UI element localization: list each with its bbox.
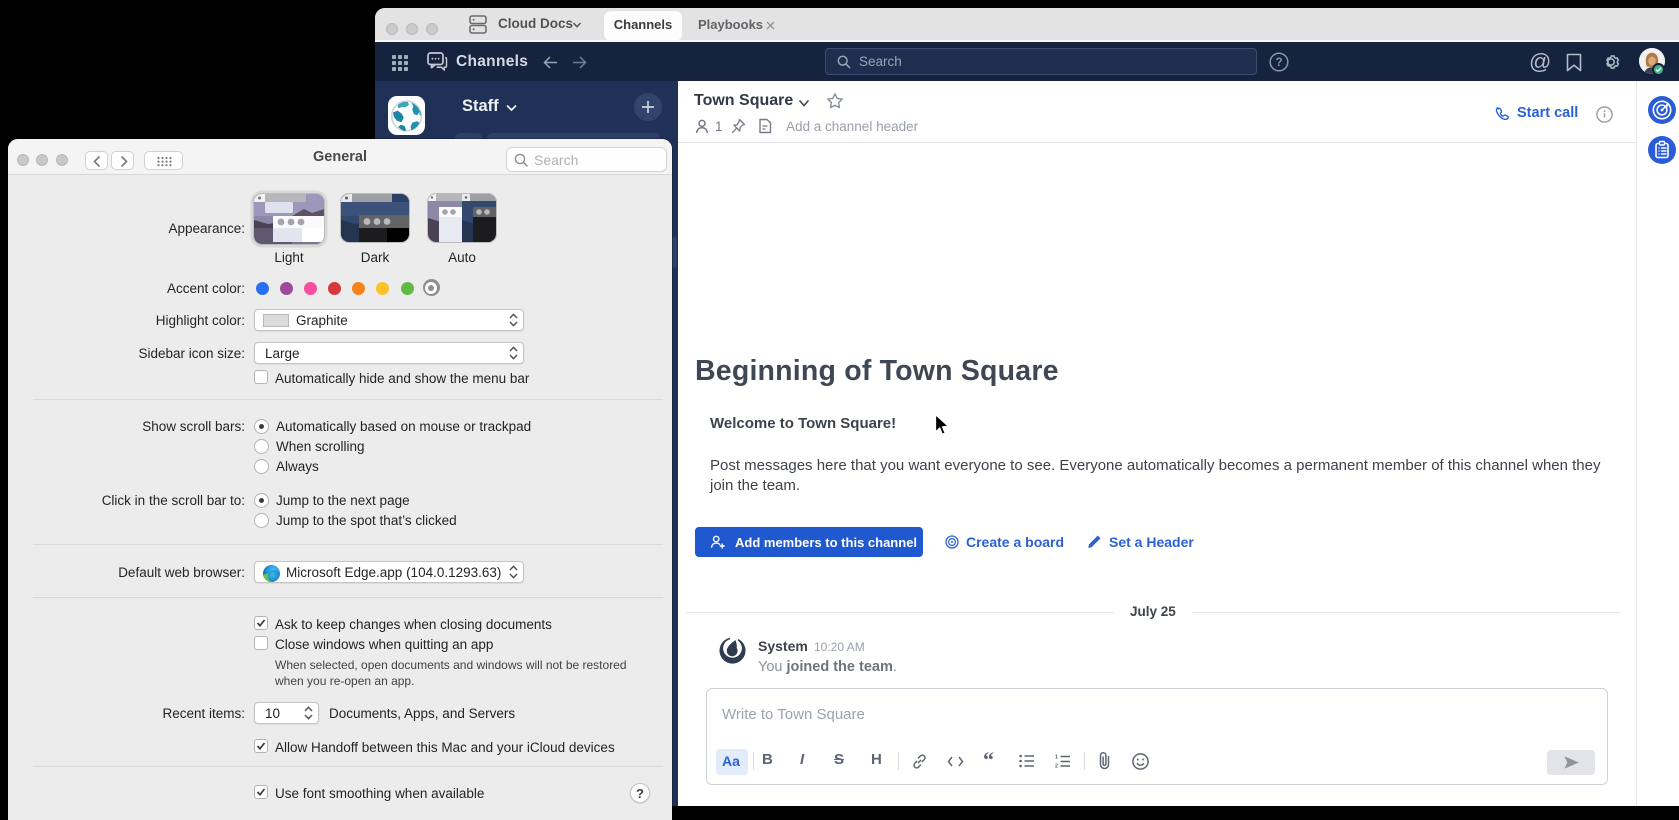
svg-text:2: 2 [1055,764,1058,769]
svg-text:?: ? [1275,57,1282,69]
svg-text:1: 1 [1055,755,1058,761]
